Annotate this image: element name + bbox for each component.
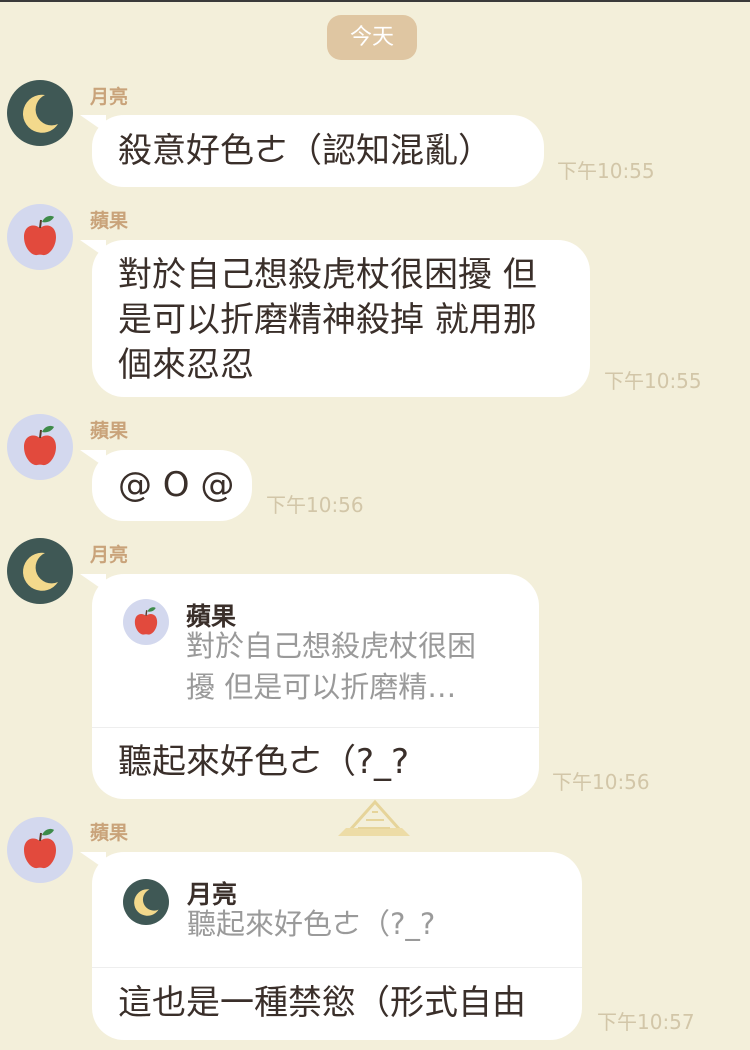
quoted-text-line: 擾 但是可以折磨精… [186,670,457,704]
quote-divider [92,727,539,728]
moon-icon [123,879,169,925]
sender-name: 月亮 [90,86,129,108]
top-edge-line [0,0,750,2]
apple-avatar[interactable] [7,414,73,480]
apple-avatar[interactable] [7,817,73,883]
apple-avatar[interactable] [7,204,73,270]
moon-icon [7,80,73,146]
message-text: 聽起來好色ㄜ（?_? [118,742,410,782]
message-bubble[interactable]: @ O @ [80,450,252,521]
quote-divider [92,967,582,968]
date-divider: 今天 [327,15,417,60]
message-time: 下午10:55 [557,159,655,183]
sender-name: 蘋果 [90,210,129,232]
apple-icon [7,414,73,480]
moon-icon [7,538,73,604]
quoted-text-line: 對於自己想殺虎杖很困 [186,629,477,663]
apple-icon [123,599,169,645]
message-time: 下午10:57 [597,1010,695,1034]
reply-message-bubble[interactable]: 蘋果 對於自己想殺虎杖很困 擾 但是可以折磨精… 聽起來好色ㄜ（?_? [80,574,539,799]
reply-message-bubble[interactable]: 月亮 聽起來好色ㄜ（?_? 這也是一種禁慾（形式自由 [80,852,582,1040]
message-text: 殺意好色ㄜ（認知混亂） [118,131,492,171]
message-text-line: 個來忍忍 [118,345,254,385]
moon-avatar[interactable] [7,538,73,604]
sender-name: 蘋果 [90,822,129,844]
quoted-text-line: 聽起來好色ㄜ（?_? [187,907,436,941]
quoted-avatar [123,879,169,925]
message-text-line: 對於自己想殺虎杖很困擾 但 [118,255,537,295]
message-text-line: 是可以折磨精神殺掉 就用那 [118,300,537,340]
quoted-avatar [123,599,169,645]
message-time: 下午10:56 [552,770,650,794]
sender-name: 月亮 [90,544,129,566]
message-bubble[interactable]: 對於自己想殺虎杖很困擾 但 是可以折磨精神殺掉 就用那 個來忍忍 [80,240,590,397]
moon-avatar[interactable] [7,80,73,146]
sender-name: 蘋果 [90,420,129,442]
message-text: @ O @ [118,465,235,505]
message-text: 這也是一種禁慾（形式自由 [118,983,526,1023]
message-bubble[interactable]: 殺意好色ㄜ（認知混亂） [80,115,544,187]
apple-icon [7,817,73,883]
chat-screen: 今天 月亮 殺意好色ㄜ（認知混亂） 下午10:55 蘋果 對於自己想殺虎杖很困擾… [0,0,750,1050]
apple-icon [7,204,73,270]
message-time: 下午10:55 [604,369,702,393]
message-time: 下午10:56 [266,493,364,517]
